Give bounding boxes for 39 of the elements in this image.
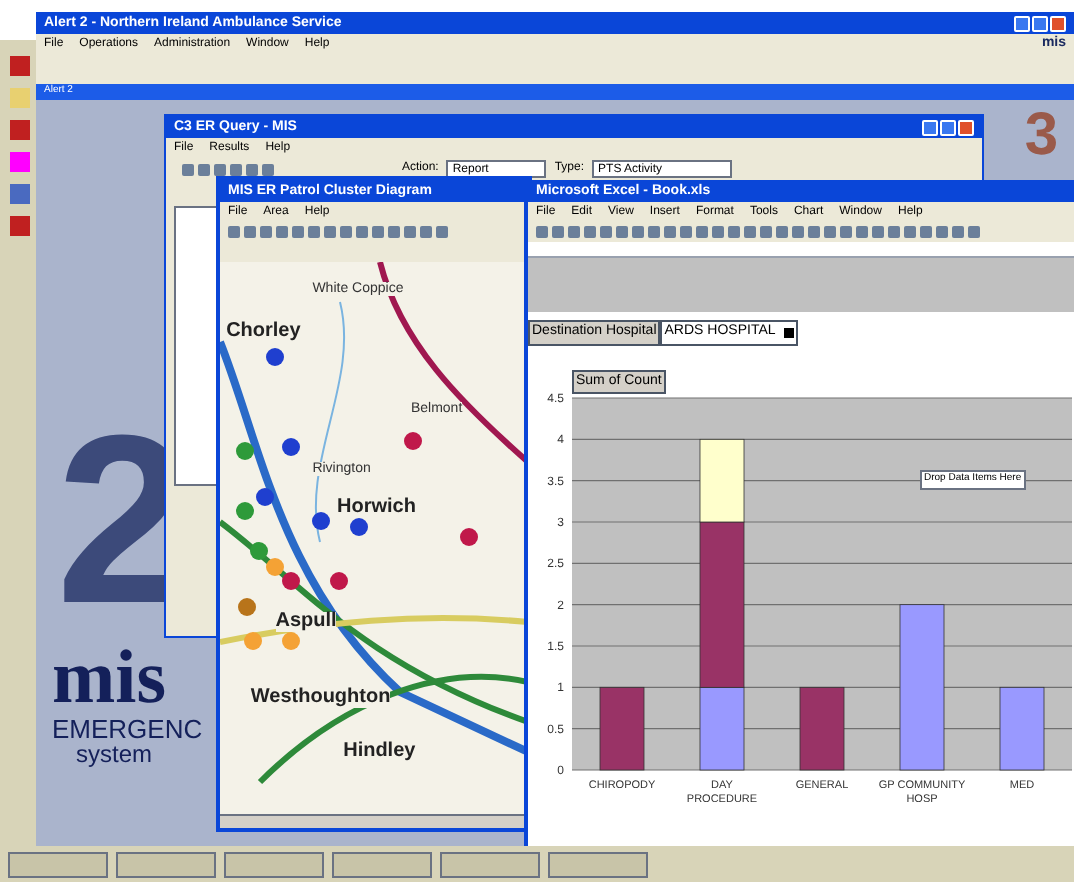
map-marker[interactable] xyxy=(244,632,263,650)
place-label: Horwich xyxy=(337,497,416,517)
map-marker[interactable] xyxy=(281,632,300,650)
map-marker[interactable] xyxy=(256,487,275,505)
minimize-button[interactable] xyxy=(922,119,938,135)
maximize-button[interactable] xyxy=(1032,15,1048,31)
taskbar-button[interactable] xyxy=(8,851,108,877)
maximize-button[interactable] xyxy=(940,119,956,135)
map-marker[interactable] xyxy=(235,442,254,460)
map-marker[interactable] xyxy=(235,502,254,520)
big-number: 3 xyxy=(1024,105,1058,165)
chart-bar xyxy=(999,686,1045,771)
taskbar-button[interactable] xyxy=(440,851,540,877)
map-marker[interactable] xyxy=(312,512,331,530)
place-label: Aspull xyxy=(275,612,337,632)
close-button[interactable] xyxy=(958,119,974,135)
map-marker[interactable] xyxy=(281,437,300,455)
minimize-button[interactable] xyxy=(1014,15,1030,31)
taskbar-button[interactable] xyxy=(548,851,648,877)
map-marker[interactable] xyxy=(250,542,269,560)
map-marker[interactable] xyxy=(281,572,300,590)
logo-tagline: EMERGENC xyxy=(52,715,203,741)
chart-bar xyxy=(599,686,645,771)
taskbar-button[interactable] xyxy=(224,851,324,877)
taskbar-button[interactable] xyxy=(332,851,432,877)
map-marker[interactable] xyxy=(266,557,285,575)
logo-tagline: system xyxy=(74,741,155,765)
place-label: Hindley xyxy=(343,742,416,762)
chart-bar xyxy=(799,686,845,771)
map-marker[interactable] xyxy=(238,597,257,615)
map-marker[interactable] xyxy=(266,347,285,365)
logo-word: mis xyxy=(52,639,168,715)
place-label: Chorley xyxy=(226,322,301,342)
map-marker[interactable] xyxy=(460,527,479,545)
place-label: Westhoughton xyxy=(250,687,391,707)
taskbar-button[interactable] xyxy=(116,851,216,877)
map-marker[interactable] xyxy=(404,432,423,450)
map-marker[interactable] xyxy=(330,572,349,590)
close-button[interactable] xyxy=(1050,15,1066,31)
